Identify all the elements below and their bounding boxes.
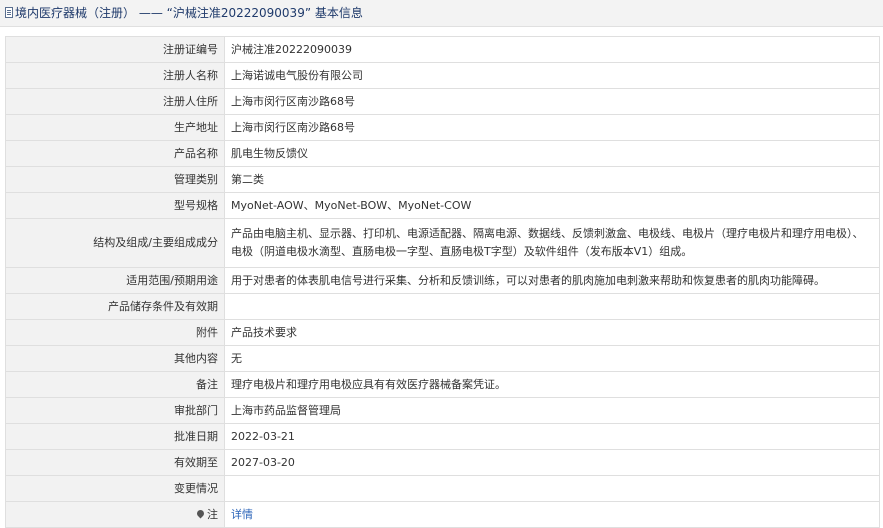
row-label: 有效期至 [5,449,225,476]
page-title: 境内医疗器械（注册） —— “沪械注准20222090039” 基本信息 [15,6,363,20]
pin-icon [195,508,206,518]
row-value: 产品由电脑主机、显示器、打印机、电源适配器、隔离电源、数据线、反馈刺激盒、电极线… [224,218,880,268]
page-header: 境内医疗器械（注册） —— “沪械注准20222090039” 基本信息 [0,0,883,27]
row-label: 生产地址 [5,114,225,141]
info-table: 注册证编号 沪械注准20222090039 注册人名称 上海诺诚电气股份有限公司… [5,36,880,528]
row-label: 结构及组成/主要组成成分 [5,218,225,268]
row-label: 型号规格 [5,192,225,219]
row-label: 其他内容 [5,345,225,372]
row-value: 上海市闵行区南沙路68号 [224,88,880,115]
table-row: 其他内容 无 [5,345,880,372]
document-icon [5,7,13,18]
row-label: 产品储存条件及有效期 [5,293,225,320]
row-label: 注 [207,507,218,521]
row-label: 变更情况 [5,475,225,502]
row-label: 批准日期 [5,423,225,450]
row-value [224,293,880,320]
table-row: 变更情况 [5,475,880,502]
row-value: 产品技术要求 [224,319,880,346]
note-label-cell: 注 [5,501,225,528]
row-label: 审批部门 [5,397,225,424]
row-value: 2022-03-21 [224,423,880,450]
row-value: 详情 [224,501,880,528]
table-row: 备注 理疗电极片和理疗用电极应具有有效医疗器械备案凭证。 [5,371,880,398]
row-value: 用于对患者的体表肌电信号进行采集、分析和反馈训练，可以对患者的肌肉施加电刺激来帮… [224,267,880,294]
table-row: 管理类别 第二类 [5,166,880,193]
table-row: 注册证编号 沪械注准20222090039 [5,36,880,63]
row-value: 肌电生物反馈仪 [224,140,880,167]
row-label: 适用范围/预期用途 [5,267,225,294]
table-row: 型号规格 MyoNet-AOW、MyoNet-BOW、MyoNet-COW [5,192,880,219]
table-row: 结构及组成/主要组成成分 产品由电脑主机、显示器、打印机、电源适配器、隔离电源、… [5,218,880,268]
row-label: 注册人名称 [5,62,225,89]
table-row: 审批部门 上海市药品监督管理局 [5,397,880,424]
row-label: 产品名称 [5,140,225,167]
row-value: 无 [224,345,880,372]
row-value: 上海市药品监督管理局 [224,397,880,424]
row-value: MyoNet-AOW、MyoNet-BOW、MyoNet-COW [224,192,880,219]
details-link[interactable]: 详情 [231,508,253,521]
row-value: 第二类 [224,166,880,193]
row-label: 管理类别 [5,166,225,193]
table-row: 注册人住所 上海市闵行区南沙路68号 [5,88,880,115]
row-value: 沪械注准20222090039 [224,36,880,63]
row-label: 备注 [5,371,225,398]
table-row: 适用范围/预期用途 用于对患者的体表肌电信号进行采集、分析和反馈训练，可以对患者… [5,267,880,294]
row-value: 上海市闵行区南沙路68号 [224,114,880,141]
row-label: 附件 [5,319,225,346]
table-row: 批准日期 2022-03-21 [5,423,880,450]
row-value: 2027-03-20 [224,449,880,476]
table-row: 生产地址 上海市闵行区南沙路68号 [5,114,880,141]
table-row: 注册人名称 上海诺诚电气股份有限公司 [5,62,880,89]
table-row: 产品名称 肌电生物反馈仪 [5,140,880,167]
row-value: 上海诺诚电气股份有限公司 [224,62,880,89]
table-row: 附件 产品技术要求 [5,319,880,346]
row-label: 注册人住所 [5,88,225,115]
row-value [224,475,880,502]
row-value: 理疗电极片和理疗用电极应具有有效医疗器械备案凭证。 [224,371,880,398]
table-row: 产品储存条件及有效期 [5,293,880,320]
row-label: 注册证编号 [5,36,225,63]
table-row: 有效期至 2027-03-20 [5,449,880,476]
table-row: 注 详情 [5,501,880,528]
